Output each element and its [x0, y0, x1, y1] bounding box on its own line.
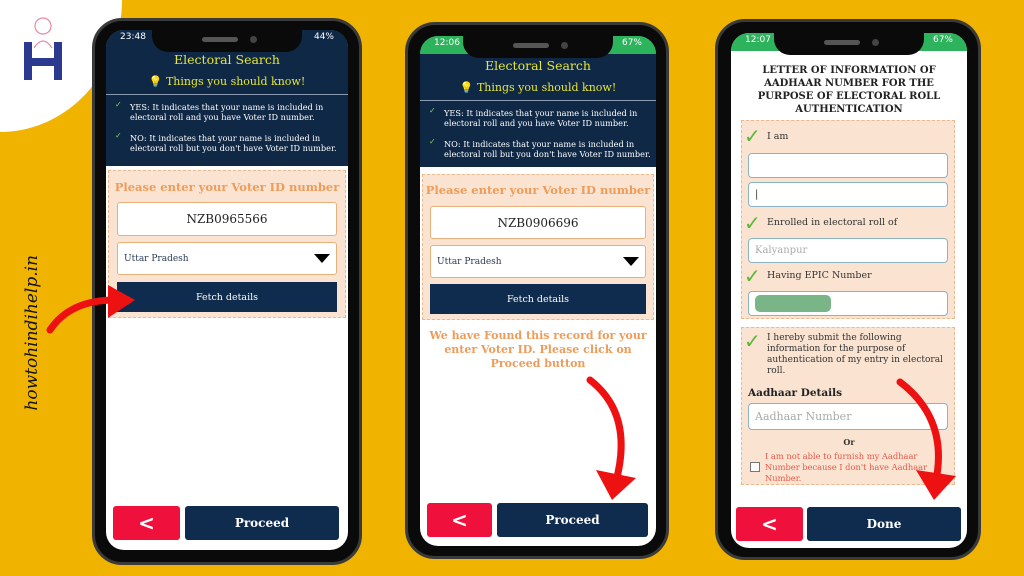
arrowhead-icon — [916, 470, 956, 500]
annotation-arrows — [46, 285, 956, 500]
arrow-to-proceed — [586, 376, 625, 489]
arrowhead-icon — [108, 285, 135, 318]
arrow-to-done — [896, 378, 942, 489]
arrow-to-fetch — [46, 296, 119, 334]
arrowhead-icon — [596, 470, 636, 500]
